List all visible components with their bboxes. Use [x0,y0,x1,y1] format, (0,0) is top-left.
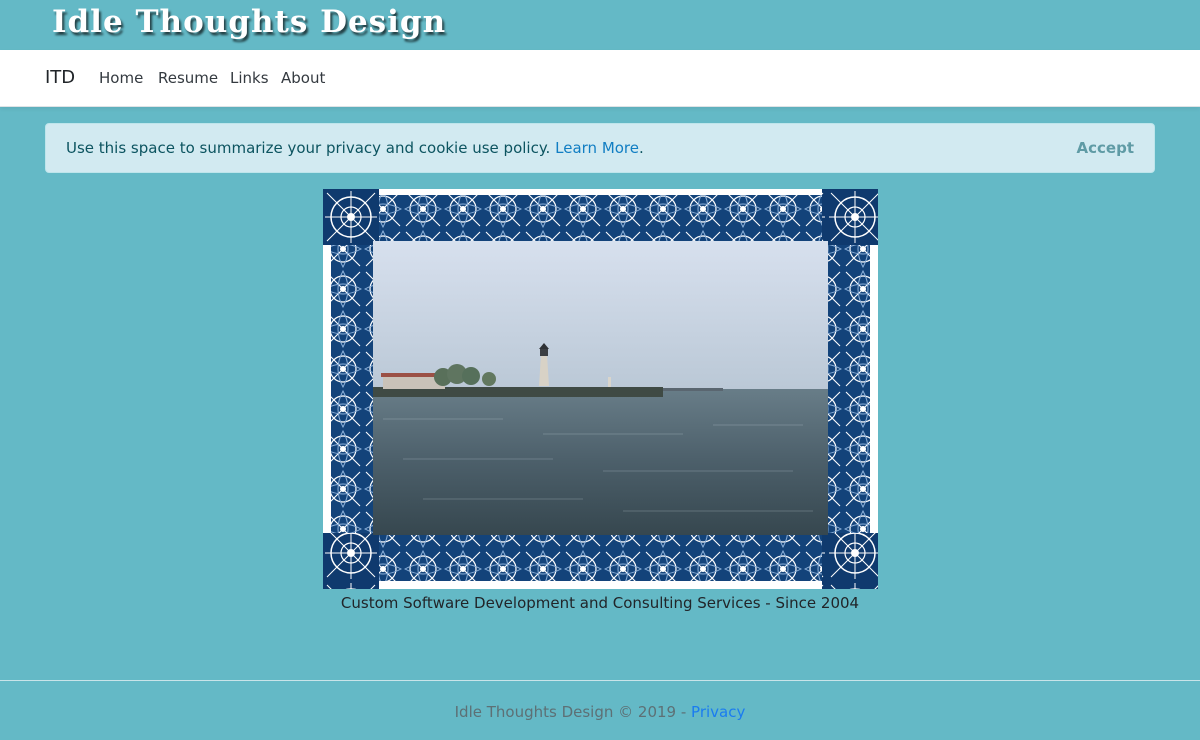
nav-link-resume[interactable]: Resume [158,69,218,87]
celtic-frame-photo [323,189,878,589]
cookie-period: . [639,139,644,157]
accept-cookies-button[interactable]: Accept [1077,139,1134,157]
site-title: Idle Thoughts Design [52,4,447,40]
cookie-consent-message: Use this space to summarize your privacy… [66,139,644,157]
learn-more-link[interactable]: Learn More [555,139,639,157]
footer-privacy-link[interactable]: Privacy [691,703,745,721]
footer-copyright-text: Idle Thoughts Design © 2019 - [454,703,687,721]
navbar: ITD Home Resume Links About [0,50,1200,107]
nav-link-home[interactable]: Home [99,69,143,87]
nav-link-about[interactable]: About [281,69,325,87]
cookie-consent-alert: Use this space to summarize your privacy… [45,123,1155,173]
tagline: Custom Software Development and Consulti… [340,594,860,612]
navbar-brand[interactable]: ITD [45,67,75,88]
footer: Idle Thoughts Design © 2019 - Privacy [0,680,1200,740]
footer-copyright: Idle Thoughts Design © 2019 - Privacy [0,703,1200,721]
framed-lighthouse-image [323,189,878,589]
cookie-policy-text: Use this space to summarize your privacy… [66,139,551,157]
nav-link-links[interactable]: Links [230,69,269,87]
site-banner: Idle Thoughts Design [0,0,1200,50]
